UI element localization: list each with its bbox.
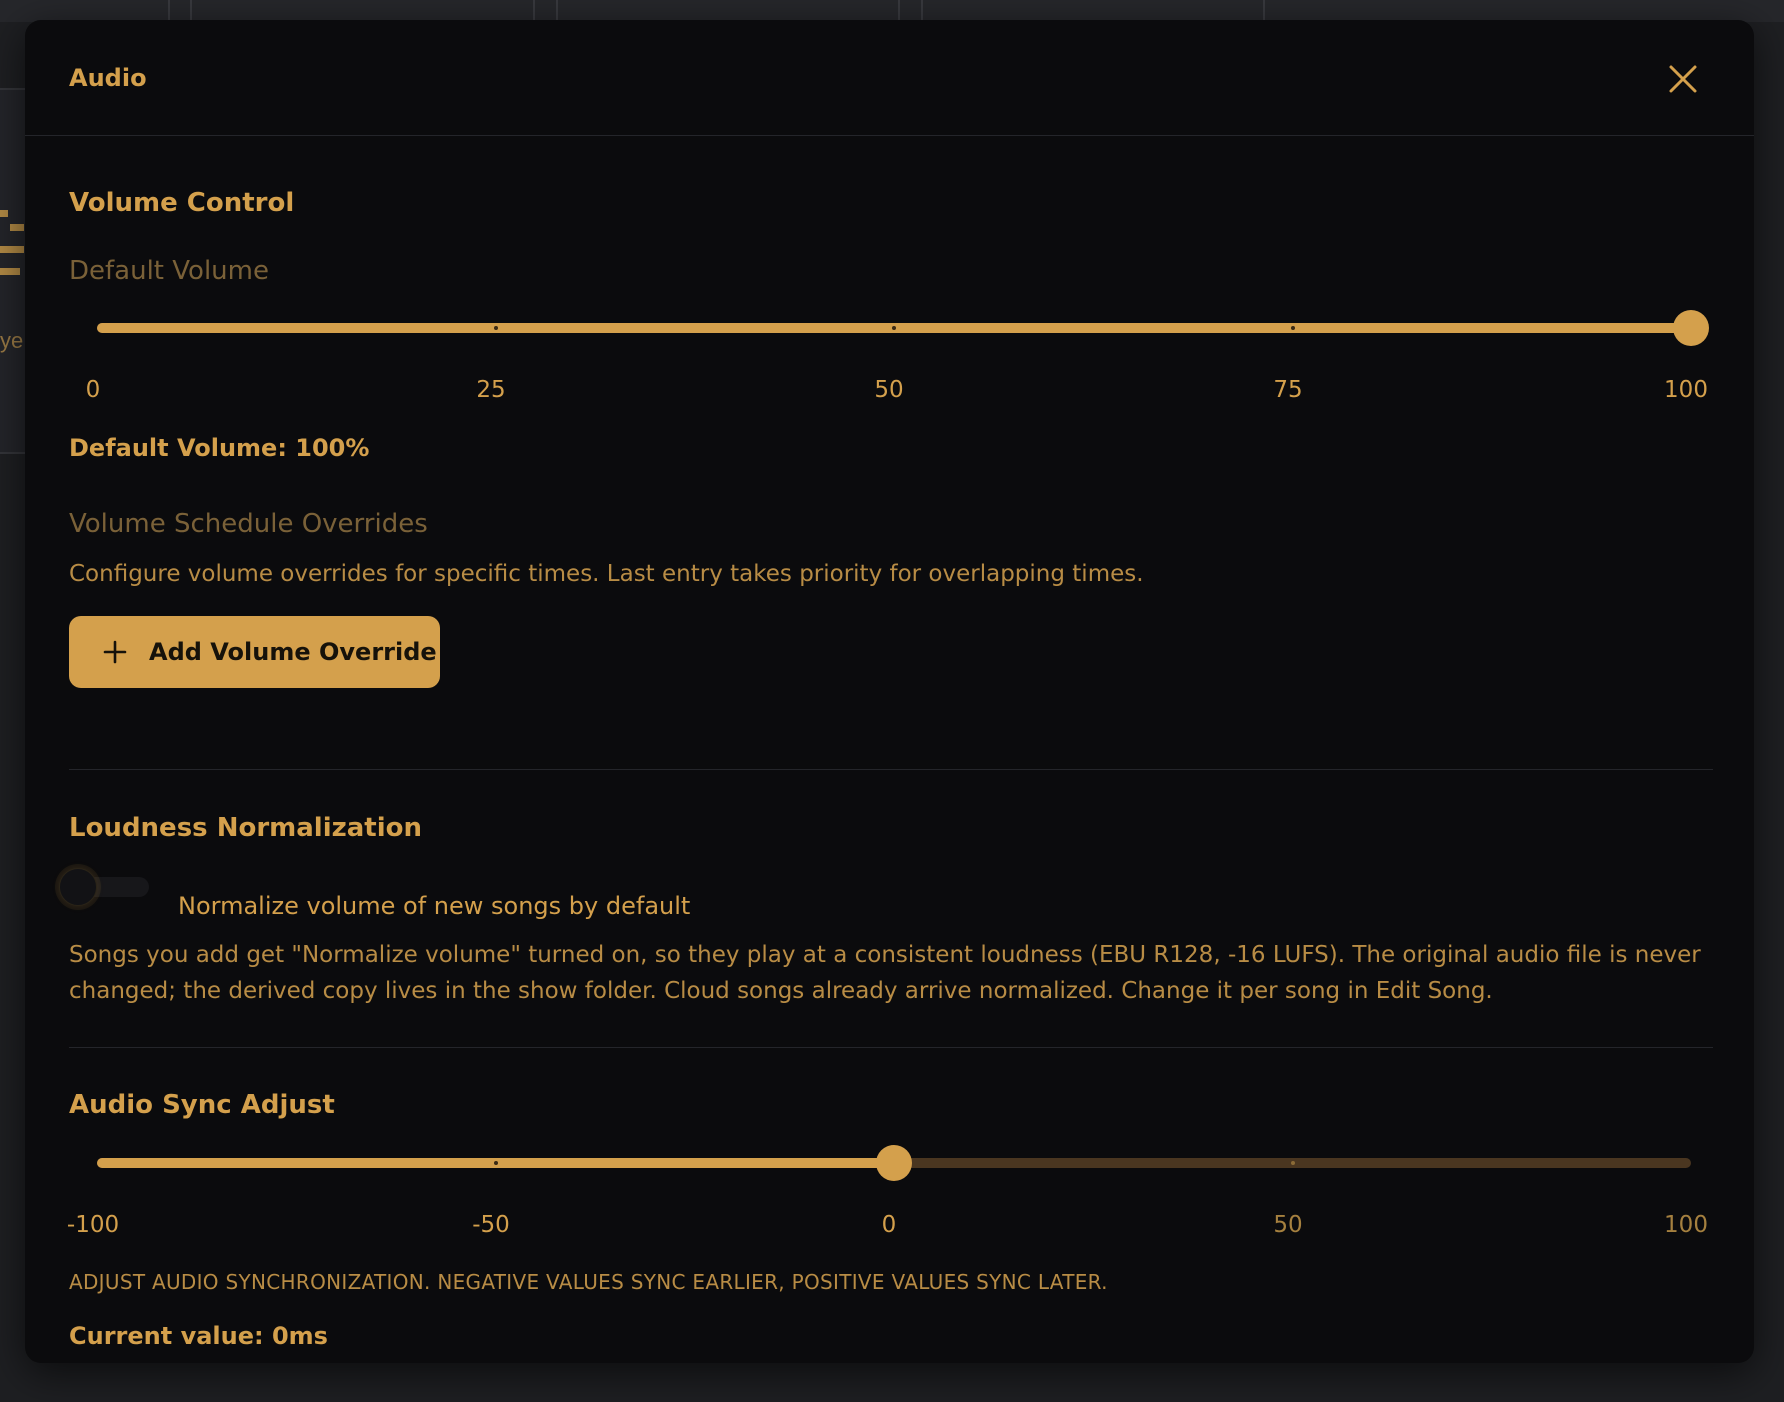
slider-tick-label: 75	[1273, 377, 1303, 403]
normalize-toggle-label: Normalize volume of new songs by default	[178, 892, 691, 920]
volume-overrides-description: Configure volume overrides for specific …	[69, 561, 1144, 587]
slider-tick	[1290, 326, 1295, 330]
background-divider	[921, 0, 923, 22]
background-divider	[1263, 0, 1265, 22]
audio-sync-slider[interactable]	[97, 1142, 1691, 1182]
add-volume-override-button[interactable]: Add Volume Override	[69, 616, 440, 688]
slider-tick	[1290, 1161, 1295, 1165]
slider-tick-label: 100	[1664, 377, 1708, 403]
section-divider	[69, 769, 1713, 770]
section-divider	[69, 1047, 1713, 1048]
slider-tick-label: -50	[472, 1212, 510, 1238]
slider-tick-label: 0	[881, 1212, 897, 1238]
add-volume-override-label: Add Volume Override	[149, 638, 437, 666]
background-divider	[898, 0, 900, 22]
modal-header: Audio	[25, 20, 1754, 136]
close-icon	[1669, 65, 1697, 93]
slider-tick-label: 50	[874, 377, 904, 403]
slider-tick-label: 50	[1273, 1212, 1303, 1238]
close-button[interactable]	[1666, 62, 1700, 96]
background-partial-text: ye	[0, 328, 24, 353]
audio-sync-current-value: Current value: 0ms	[69, 1322, 328, 1350]
default-volume-heading: Default Volume	[69, 256, 269, 286]
slider-thumb[interactable]	[1673, 310, 1709, 346]
slider-tick	[493, 326, 498, 330]
toggle-knob	[59, 868, 97, 906]
plus-icon	[103, 640, 127, 664]
background-divider	[168, 0, 170, 22]
audio-sync-note: ADJUST AUDIO SYNCHRONIZATION. NEGATIVE V…	[69, 1270, 1108, 1294]
modal-title: Audio	[69, 64, 147, 92]
background-app-icon	[0, 210, 24, 290]
background-divider	[190, 0, 192, 22]
audio-sync-title: Audio Sync Adjust	[69, 1090, 335, 1120]
loudness-normalization-title: Loudness Normalization	[69, 813, 422, 843]
slider-tick	[892, 326, 896, 330]
slider-tick-label: -100	[66, 1212, 120, 1238]
volume-control-title: Volume Control	[69, 188, 295, 218]
background-top-bar	[0, 0, 1784, 22]
slider-tick-label: 25	[476, 377, 506, 403]
default-volume-slider[interactable]	[97, 307, 1709, 347]
audio-settings-modal: Audio Volume Control Default Volume 0 25…	[25, 20, 1754, 1363]
slider-tick	[493, 1161, 498, 1165]
slider-tick-label: 0	[85, 377, 101, 403]
slider-thumb[interactable]	[876, 1145, 912, 1181]
loudness-description: Songs you add get "Normalize volume" tur…	[69, 942, 1701, 1004]
volume-overrides-heading: Volume Schedule Overrides	[69, 509, 428, 539]
background-divider	[533, 0, 535, 22]
normalize-toggle[interactable]	[59, 864, 157, 910]
slider-tick-label: 100	[1664, 1212, 1708, 1238]
background-divider	[556, 0, 558, 22]
default-volume-status: Default Volume: 100%	[69, 434, 370, 462]
